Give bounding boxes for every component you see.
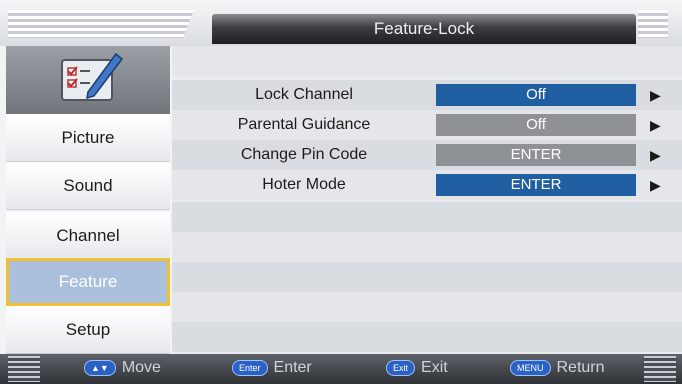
hint-label: Enter	[273, 359, 312, 376]
empty-row	[172, 262, 682, 292]
setting-label: Hoter Mode	[262, 176, 346, 193]
hint-enter: Enter Enter	[232, 359, 312, 377]
setting-row-lock-channel[interactable]: Lock Channel Off ▶	[172, 80, 682, 110]
feature-checklist-icon	[6, 46, 170, 114]
setting-label: Lock Channel	[255, 86, 353, 103]
setting-row-hoter-mode[interactable]: Hoter Mode ENTER ▶	[172, 170, 682, 200]
empty-row	[172, 292, 682, 322]
right-arrow-icon[interactable]: ▶	[650, 117, 661, 134]
empty-row	[172, 46, 682, 76]
hint-label: Exit	[421, 359, 448, 376]
header-bar: Feature-Lock	[0, 0, 682, 46]
right-arrow-icon[interactable]: ▶	[650, 147, 661, 164]
setting-row-parental-guidance[interactable]: Parental Guidance Off ▶	[172, 110, 682, 140]
header-decoration-right	[638, 10, 668, 38]
right-arrow-icon[interactable]: ▶	[650, 87, 661, 104]
setting-value[interactable]: ENTER	[436, 144, 636, 166]
empty-row	[172, 322, 682, 352]
menu-key-icon: MENU	[510, 360, 551, 376]
menu-item-picture[interactable]: Picture	[6, 114, 170, 162]
right-arrow-icon[interactable]: ▶	[650, 177, 661, 194]
hint-label: Move	[121, 359, 161, 376]
setting-row-change-pin-code[interactable]: Change Pin Code ENTER ▶	[172, 140, 682, 170]
menu-item-sound[interactable]: Sound	[6, 162, 170, 210]
setting-value[interactable]: Off	[436, 114, 636, 136]
footer-hint-bar: ▲▼ Move Enter Enter Exit Exit MENU Retur…	[0, 354, 682, 384]
setting-label: Parental Guidance	[237, 116, 371, 133]
header-decoration-left	[8, 10, 194, 38]
tv-menu-screen: Feature-Lock Picture Sound Channel Featu…	[0, 0, 682, 384]
page-title: Feature-Lock	[212, 14, 636, 44]
setting-label: Change Pin Code	[240, 146, 368, 163]
setting-value[interactable]: Off	[436, 84, 636, 106]
empty-row	[172, 232, 682, 262]
footer-decoration-left	[8, 356, 40, 382]
setting-value[interactable]: ENTER	[436, 174, 636, 196]
hint-move: ▲▼ Move	[84, 359, 161, 377]
enter-key-icon: Enter	[232, 360, 268, 376]
move-arrows-icon: ▲▼	[84, 360, 116, 376]
settings-panel: Lock Channel Off ▶ Parental Guidance Off…	[172, 46, 682, 354]
footer-decoration-right	[644, 356, 676, 382]
hint-label: Return	[556, 359, 605, 376]
hint-exit: Exit Exit	[386, 359, 448, 377]
menu-item-channel[interactable]: Channel	[6, 212, 170, 260]
menu-item-feature[interactable]: Feature	[6, 258, 170, 306]
empty-row	[172, 202, 682, 232]
sidebar-menu: Picture Sound Channel Feature Setup	[0, 46, 172, 354]
hint-return: MENU Return	[510, 359, 605, 377]
menu-item-setup[interactable]: Setup	[6, 306, 170, 354]
exit-key-icon: Exit	[386, 360, 416, 376]
